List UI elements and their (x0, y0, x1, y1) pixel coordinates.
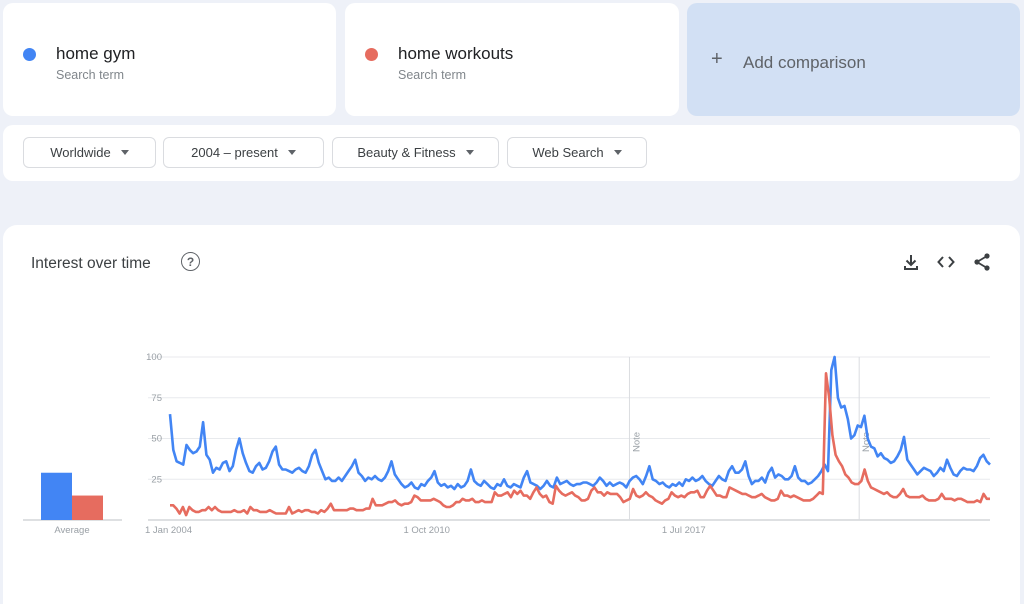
average-bar-home-gym (41, 472, 72, 520)
y-tick-label: 75 (151, 393, 162, 404)
note-label: Note (631, 432, 642, 452)
x-tick-label: 1 Jul 2017 (662, 525, 706, 536)
average-bar-home-workouts (72, 495, 103, 520)
x-tick-label: 1 Oct 2010 (403, 525, 449, 536)
y-tick-label: 25 (151, 474, 162, 485)
y-tick-label: 50 (151, 434, 162, 445)
interest-over-time-chart: 255075100Note Note1 Jan 2004 1 Oct 2010 1 J… (23, 352, 991, 536)
series-line-home-gym (168, 355, 991, 491)
average-label: Average (54, 525, 89, 536)
y-tick-label: 100 (146, 352, 162, 363)
x-tick-label: 1 Jan 2004 (145, 525, 192, 536)
